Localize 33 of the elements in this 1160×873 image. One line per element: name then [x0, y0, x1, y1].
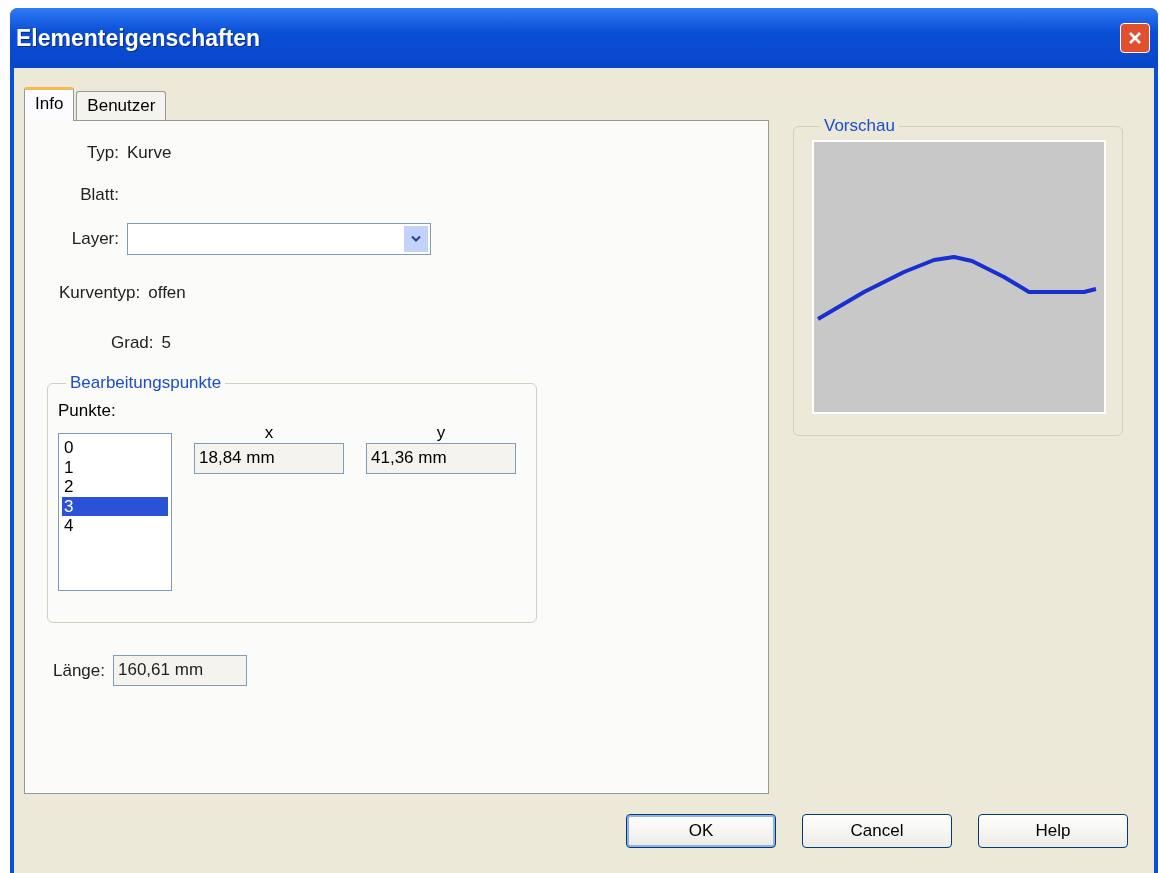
column-label: x	[264, 423, 274, 443]
field-label: Grad:	[111, 333, 154, 353]
dialog-button[interactable]: OK	[626, 814, 776, 848]
tab[interactable]: Info	[24, 87, 75, 121]
layer-dropdown[interactable]	[127, 223, 431, 255]
field-value: offen	[148, 283, 186, 303]
list-item[interactable]: 3	[62, 496, 168, 516]
field-value: 5	[161, 333, 171, 353]
chevron-down-icon	[411, 235, 421, 243]
dropdown-button[interactable]	[404, 226, 428, 252]
tab[interactable]: Benutzer	[76, 91, 167, 120]
list-item[interactable]: 1	[62, 457, 168, 477]
field-label: Blatt:	[79, 185, 119, 205]
window-title: Elementeigenschaften	[16, 24, 261, 52]
close-icon	[1128, 31, 1142, 45]
column-label: y	[436, 423, 446, 443]
length-field[interactable]: 160,61 mm	[113, 655, 247, 686]
list-item[interactable]: 2	[62, 477, 168, 497]
field-label: Typ:	[85, 143, 119, 163]
field-label: Kurventyp:	[59, 283, 141, 303]
y-field[interactable]: 41,36 mm	[366, 443, 516, 474]
dialog-button[interactable]: Cancel	[802, 814, 952, 848]
close-button[interactable]	[1120, 23, 1150, 53]
field-label: Länge:	[53, 660, 105, 681]
x-field[interactable]: 18,84 mm	[194, 443, 344, 474]
list-item[interactable]: 4	[62, 516, 168, 536]
list-label: Punkte:	[58, 401, 117, 421]
group-title: Vorschau	[823, 116, 896, 136]
list-item[interactable]: 0	[62, 438, 168, 458]
group-title: Bearbeitungspunkte	[69, 373, 223, 393]
field-value: Kurve	[127, 143, 172, 163]
dialog-button[interactable]: Help	[978, 814, 1128, 848]
field-label: Layer:	[70, 229, 119, 249]
